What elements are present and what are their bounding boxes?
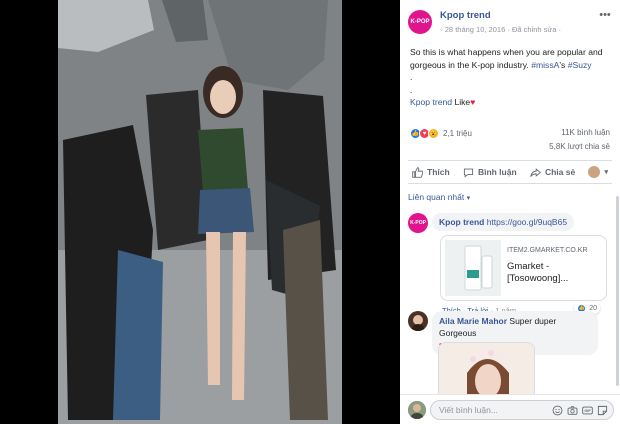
comment-bubble: Kpop trend https://goo.gl/9uqB65: [432, 213, 575, 231]
like-button[interactable]: Thích: [408, 166, 454, 178]
photo-viewer: [0, 0, 400, 424]
comment-author[interactable]: Aila Marie Mahor: [439, 316, 507, 326]
wow-reaction-icon: 😮: [428, 128, 439, 139]
edited-label[interactable]: Đã chỉnh sửa: [512, 25, 557, 34]
composer-icons: GIF: [551, 404, 608, 416]
emoji-icon[interactable]: [551, 404, 563, 416]
like-button-label: Thích: [427, 167, 450, 177]
current-user-avatar: [408, 401, 426, 419]
link-preview-card[interactable]: ITEM2.GMARKET.CO.KR Gmarket - [Tosowoong…: [440, 235, 607, 301]
comment-avatar-text: K-POP: [410, 220, 426, 226]
post-side-panel: K-POP Kpop trend ◦ 28 tháng 10, 2016 · Đ…: [400, 0, 620, 424]
post-actions: Thích Bình luận Chia sẻ ▾: [408, 160, 612, 184]
post-text-dot: .: [410, 72, 413, 82]
caret-down-icon: ▾: [604, 169, 608, 176]
like-word: Like: [454, 97, 471, 107]
share-button-label: Chia sẻ: [544, 167, 576, 177]
post-header: K-POP Kpop trend ◦ 28 tháng 10, 2016 · Đ…: [408, 8, 612, 38]
post-photo[interactable]: [58, 0, 342, 424]
comment-button[interactable]: Bình luận: [459, 167, 521, 178]
comment-link[interactable]: https://goo.gl/9uqB65: [487, 217, 567, 227]
post-meta: ◦ 28 tháng 10, 2016 · Đã chỉnh sửa ·: [440, 25, 561, 34]
thumbs-up-icon: [412, 166, 423, 178]
hashtag-suzy[interactable]: #Suzy: [568, 60, 592, 70]
comment-image[interactable]: [438, 342, 535, 402]
comment-filter-label: Liên quan nhất: [408, 192, 465, 202]
page-avatar[interactable]: K-POP: [408, 10, 432, 34]
post-text: So this is what happens when you are pop…: [410, 46, 614, 109]
globe-icon: ·: [558, 25, 562, 34]
gif-icon[interactable]: GIF: [581, 404, 593, 416]
liker-link[interactable]: Kpop trend: [410, 97, 452, 107]
shares-count[interactable]: 5,8K lượt chia sẻ: [549, 142, 610, 151]
clock-icon: ◦: [440, 25, 443, 34]
sticker-icon[interactable]: [596, 404, 608, 416]
comment-author-avatar[interactable]: [408, 311, 428, 331]
meta-separator: ·: [507, 25, 510, 34]
reactions-count: 2,1 triệu: [443, 129, 472, 138]
link-preview-title: Gmarket - [Tosowoong]...: [507, 261, 569, 284]
heart-icon: ♥: [470, 97, 476, 107]
more-options-icon[interactable]: •••: [598, 8, 612, 22]
post-date[interactable]: 28 tháng 10, 2016: [445, 25, 505, 34]
page-name-link[interactable]: Kpop trend: [440, 10, 491, 21]
comment-input-placeholder: Viết bình luận...: [439, 405, 498, 415]
page-avatar-text: K-POP: [410, 19, 430, 25]
post-as-selector[interactable]: ▾: [584, 166, 612, 178]
share-icon: [530, 167, 541, 177]
reaction-summary: 👍 ♥ 😮 2,1 triệu 11K bình luận 5,8K lượt …: [410, 128, 610, 162]
svg-text:GIF: GIF: [584, 409, 591, 413]
link-preview-domain: ITEM2.GMARKET.CO.KR: [507, 247, 588, 254]
comment-icon: [463, 168, 474, 178]
caret-down-icon: ▾: [466, 195, 471, 202]
comment-button-label: Bình luận: [477, 167, 517, 177]
camera-icon[interactable]: [566, 404, 578, 416]
comment-input[interactable]: Viết bình luận... GIF: [430, 400, 614, 420]
comment-composer: Viết bình luận... GIF: [400, 394, 620, 424]
comments-count[interactable]: 11K bình luận: [561, 128, 610, 137]
comment-filter-dropdown[interactable]: Liên quan nhất ▾: [408, 192, 470, 202]
hashtag-missa[interactable]: #missA: [531, 60, 559, 70]
post-text-mid: 's: [559, 59, 568, 70]
comment-author[interactable]: Kpop trend: [439, 217, 484, 227]
share-button[interactable]: Chia sẻ: [526, 167, 579, 178]
user-avatar: [588, 166, 601, 178]
scrollbar[interactable]: [616, 196, 619, 386]
comment-author-avatar[interactable]: K-POP: [408, 213, 428, 233]
reactions[interactable]: 👍 ♥ 😮 2,1 triệu: [410, 128, 472, 139]
post-text-dot-2: .: [410, 84, 413, 95]
link-preview-thumbnail: [445, 240, 501, 296]
